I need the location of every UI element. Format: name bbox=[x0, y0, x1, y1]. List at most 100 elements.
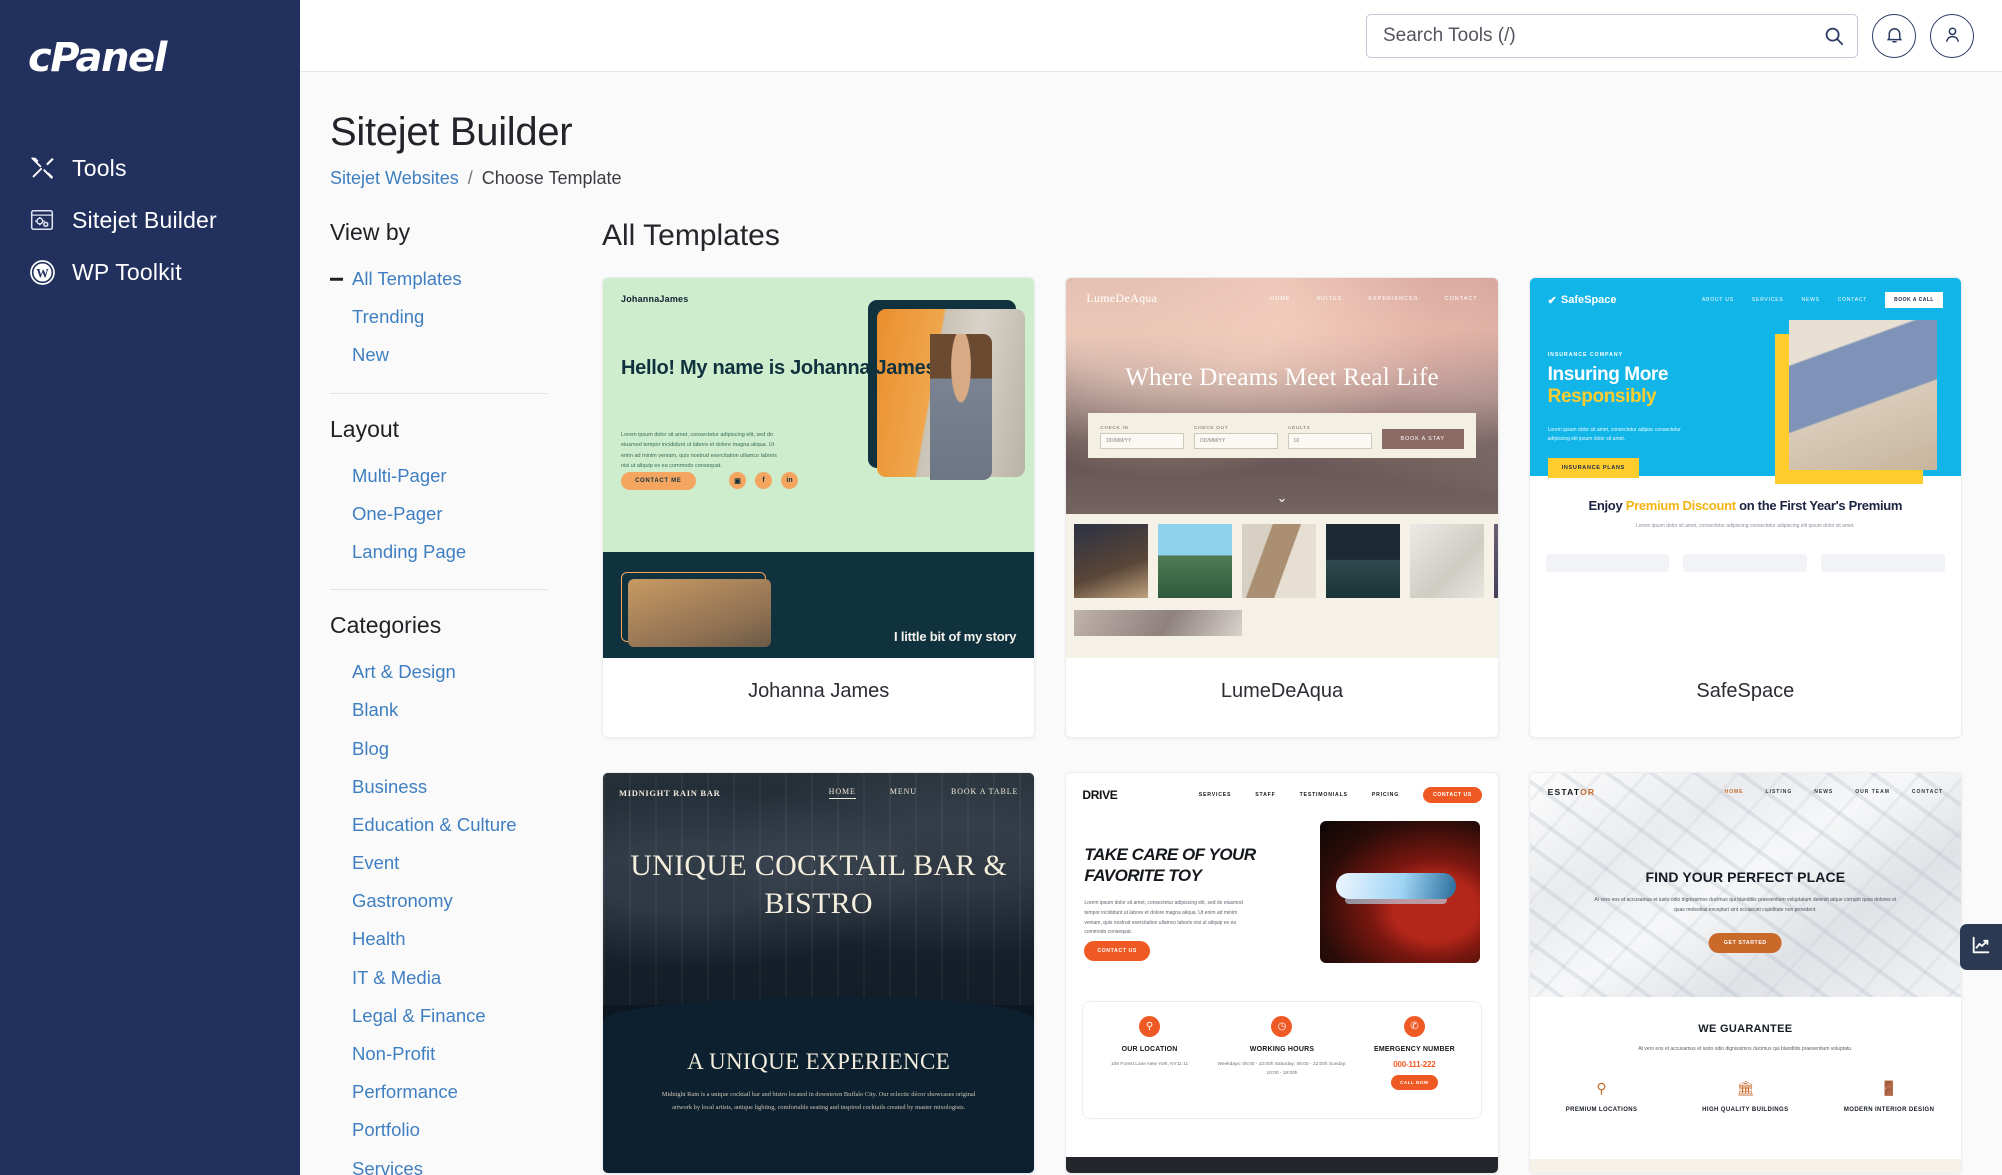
filter-item-event[interactable]: Event bbox=[330, 844, 548, 882]
map-pin-icon: ⚲ bbox=[1596, 1080, 1607, 1096]
preview-nav-item: NEWS bbox=[1814, 789, 1834, 795]
template-card-lumedeaqua[interactable]: LumeDeAqua HOME SUITES EXPERIENCES CONTA… bbox=[1065, 277, 1499, 738]
sidebar-item-wp-toolkit[interactable]: W WP Toolkit bbox=[0, 246, 300, 298]
preview-nav-item: ABOUT US bbox=[1702, 297, 1734, 303]
sidebar-item-label-tools: Tools bbox=[72, 154, 127, 181]
page-title: Sitejet Builder bbox=[330, 110, 573, 154]
filter-item-performance[interactable]: Performance bbox=[330, 1073, 548, 1111]
preview-nav-item: HOME bbox=[1269, 295, 1291, 302]
template-preview-johanna-james: JohannaJames Hello! My name is Johanna J… bbox=[603, 278, 1035, 658]
preview-info-column: ✆ EMERGENCY NUMBER 000-111-222 CALL NOW bbox=[1348, 1002, 1480, 1118]
template-card-title: Johanna James bbox=[748, 680, 890, 702]
filter-group-categories: Categories Art & Design Blank Blog Busin… bbox=[330, 612, 548, 1175]
preview-logo: ESTATOR bbox=[1547, 787, 1596, 797]
app-root: cPanel Tools Sitejet Builder W WP Toolki… bbox=[0, 0, 2002, 1175]
linkedin-icon: in bbox=[781, 472, 798, 489]
preview-headline: Where Dreams Meet Real Life bbox=[1125, 364, 1439, 391]
filter-item-trending[interactable]: Trending bbox=[330, 298, 548, 336]
preview-story-heading: I little bit of my story bbox=[894, 628, 1017, 644]
preview-info-column: ⚲ OUR LOCATION 108 Forest Lane New York,… bbox=[1083, 1002, 1215, 1118]
filter-item-blank[interactable]: Blank bbox=[330, 691, 548, 729]
preview-nav-item: CONTACT bbox=[1911, 789, 1943, 795]
preview-cta-button: CONTACT US bbox=[1084, 941, 1150, 961]
preview-cta-button: BOOK A STAY bbox=[1381, 429, 1464, 449]
template-card-johanna-james[interactable]: JohannaJames Hello! My name is Johanna J… bbox=[602, 277, 1036, 738]
facebook-icon: f bbox=[755, 472, 772, 489]
preview-nav-item: MENU bbox=[889, 787, 917, 796]
preview-section-heading: WE GUARANTEE bbox=[1698, 1023, 1793, 1035]
breadcrumb-link-sitejet-websites[interactable]: Sitejet Websites bbox=[330, 168, 459, 189]
preview-paragraph: Midnight Rain is a unique cocktail bar a… bbox=[661, 1091, 976, 1112]
sidebar-item-sitejet-builder[interactable]: Sitejet Builder bbox=[0, 194, 300, 246]
main-region: Sitejet Builder Sitejet Websites / Choos… bbox=[300, 0, 2002, 1175]
preview-info-title: OUR LOCATION bbox=[1121, 1046, 1178, 1053]
breadcrumb-current: Choose Template bbox=[481, 168, 622, 188]
preview-headline: Insuring More Responsibly bbox=[1548, 364, 1669, 409]
cpanel-logo-text: cPanel bbox=[28, 35, 167, 81]
sidebar-nav: Tools Sitejet Builder W WP Toolkit bbox=[0, 142, 300, 298]
analytics-chart-icon bbox=[1970, 934, 1992, 961]
filter-item-business[interactable]: Business bbox=[330, 768, 548, 806]
cpanel-logo[interactable]: cPanel bbox=[0, 28, 300, 100]
filter-item-education-culture[interactable]: Education & Culture bbox=[330, 806, 548, 844]
preview-image bbox=[868, 300, 1026, 480]
analytics-side-tab[interactable] bbox=[1960, 924, 2002, 970]
template-card-estator[interactable]: ESTATOR HOME LISTING NEWS OUR TEAM CONTA… bbox=[1528, 772, 1962, 1174]
template-card-safespace[interactable]: ✔ SafeSpace ABOUT US SERVICES NEWS CONTA… bbox=[1528, 277, 1962, 738]
preview-nav-item: LISTING bbox=[1765, 789, 1793, 795]
preview-paragraph: Lorem ipsum dolor sit amet, consectetur … bbox=[621, 432, 777, 470]
preview-feature: 🚪 MODERN INTERIOR DESIGN bbox=[1817, 1080, 1961, 1115]
clock-icon: ◷ bbox=[1271, 1016, 1293, 1037]
filter-item-portfolio[interactable]: Portfolio bbox=[330, 1111, 548, 1149]
account-button[interactable] bbox=[1930, 13, 1974, 58]
template-gallery: All Templates JohannaJames Hello! My nam… bbox=[572, 189, 2002, 1175]
preview-nav-item: SERVICES bbox=[1751, 297, 1784, 303]
filter-item-landing-page[interactable]: Landing Page bbox=[330, 533, 548, 571]
svg-text:W: W bbox=[36, 266, 49, 280]
preview-feature-row: ⚲ PREMIUM LOCATIONS 🏛 HIGH QUALITY BUILD… bbox=[1530, 1080, 1961, 1115]
filter-item-health[interactable]: Health bbox=[330, 920, 548, 958]
search-input[interactable] bbox=[1366, 13, 1858, 58]
preview-nav-menu: HOME SUITES EXPERIENCES CONTACT bbox=[1270, 296, 1478, 302]
preview-logo-text: SafeSpace bbox=[1560, 294, 1617, 306]
bell-icon bbox=[1884, 24, 1905, 48]
filter-item-one-pager[interactable]: One-Pager bbox=[330, 495, 548, 533]
preview-nav-item: SERVICES bbox=[1198, 792, 1232, 798]
preview-paragraph: At vero eos et accusamus et iusto odio d… bbox=[1594, 897, 1897, 913]
template-preview-estator: ESTATOR HOME LISTING NEWS OUR TEAM CONTA… bbox=[1529, 773, 1961, 1173]
filter-item-new[interactable]: New bbox=[330, 336, 548, 374]
shield-check-icon: ✔ bbox=[1547, 294, 1557, 307]
filter-sidebar: View by All Templates Trending New Layou… bbox=[300, 189, 572, 1175]
template-card-drive[interactable]: DRIVE SERVICES STAFF TESTIMONIALS PRICIN… bbox=[1065, 772, 1499, 1174]
filter-item-services[interactable]: Services bbox=[330, 1150, 548, 1175]
filter-item-legal-finance[interactable]: Legal & Finance bbox=[330, 997, 548, 1035]
template-card-midnight-rain-bar[interactable]: MIDNIGHT RAIN BAR HOME MENU BOOK A TABLE bbox=[602, 772, 1036, 1174]
preview-image bbox=[1775, 320, 1937, 484]
content-region: Sitejet Builder Sitejet Websites / Choos… bbox=[300, 72, 2002, 1175]
preview-nav-item: OUR TEAM bbox=[1855, 789, 1890, 795]
filter-item-art-design[interactable]: Art & Design bbox=[330, 653, 548, 691]
filter-item-it-media[interactable]: IT & Media bbox=[330, 959, 548, 997]
filter-item-non-profit[interactable]: Non-Profit bbox=[330, 1035, 548, 1073]
sidebar-item-tools[interactable]: Tools bbox=[0, 142, 300, 194]
notifications-button[interactable] bbox=[1872, 13, 1916, 58]
filter-item-all-templates[interactable]: All Templates bbox=[330, 260, 548, 298]
instagram-icon: ▣ bbox=[729, 472, 746, 489]
filter-divider-1 bbox=[330, 392, 548, 394]
sitejet-icon bbox=[28, 206, 56, 234]
template-grid: JohannaJames Hello! My name is Johanna J… bbox=[602, 277, 1962, 1174]
sidebar-item-label-wp-toolkit: WP Toolkit bbox=[72, 258, 182, 285]
top-bar bbox=[300, 0, 2002, 72]
preview-gallery-strip bbox=[1066, 513, 1498, 658]
filter-item-gastronomy[interactable]: Gastronomy bbox=[330, 882, 548, 920]
preview-booking-form: CHECK IN DD/MM/YY CHECK OUT DD/MM/YY ADU… bbox=[1088, 413, 1476, 458]
filter-item-multi-pager[interactable]: Multi-Pager bbox=[330, 457, 548, 495]
preview-feature: ⚲ PREMIUM LOCATIONS bbox=[1530, 1080, 1674, 1115]
preview-nav-item: PRICING bbox=[1371, 792, 1400, 798]
preview-headline: UNIQUE COCKTAIL BAR & BISTRO bbox=[630, 849, 1008, 921]
filter-group-layout: Layout Multi-Pager One-Pager Landing Pag… bbox=[330, 416, 548, 572]
search-submit-button[interactable] bbox=[1818, 20, 1850, 52]
preview-field-label: CHECK OUT bbox=[1194, 425, 1229, 430]
user-icon bbox=[1942, 24, 1963, 48]
filter-item-blog[interactable]: Blog bbox=[330, 730, 548, 768]
